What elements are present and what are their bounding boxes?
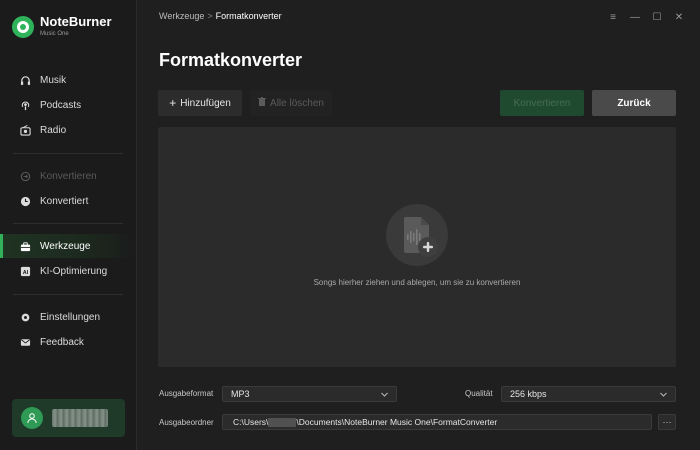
sidebar-item-label: Musik	[40, 74, 67, 86]
sidebar-item-konvertiert[interactable]: Konvertiert	[0, 189, 136, 213]
sidebar: NoteBurner Music One Musik Podcasts Radi…	[0, 0, 137, 450]
add-button[interactable]: + Hinzufügen	[158, 90, 242, 116]
brand: NoteBurner Music One	[12, 14, 112, 39]
output-format-label: Ausgabeformat	[159, 389, 214, 398]
sidebar-item-label: Werkzeuge	[40, 240, 91, 252]
browse-folder-button[interactable]: ···	[658, 414, 676, 430]
sidebar-item-konvertieren: Konvertieren	[0, 164, 136, 188]
sidebar-divider	[13, 153, 123, 154]
add-file-icon[interactable]	[386, 204, 448, 266]
output-folder-field[interactable]: C:\Users\ \Documents\NoteBurner Music On…	[222, 414, 652, 430]
redacted-username	[268, 417, 297, 427]
clear-all-button: Alle löschen	[250, 90, 332, 116]
quality-label: Qualität	[465, 389, 493, 398]
breadcrumb-current: Formatkonverter	[215, 11, 282, 21]
convert-icon	[19, 170, 31, 182]
drop-hint: Songs hierher ziehen und ablegen, um sie…	[313, 278, 521, 287]
brand-subtitle: Music One	[40, 31, 69, 37]
sidebar-divider	[13, 223, 123, 224]
sidebar-item-musik[interactable]: Musik	[0, 68, 136, 92]
sidebar-item-einstellungen[interactable]: Einstellungen	[0, 305, 136, 329]
user-account-card[interactable]	[12, 399, 125, 437]
sidebar-item-radio[interactable]: Radio	[0, 118, 136, 142]
sidebar-divider	[13, 294, 123, 295]
user-icon	[27, 413, 37, 424]
plus-icon: +	[169, 96, 177, 110]
maximize-icon[interactable]: ☐	[646, 9, 668, 25]
clear-all-label: Alle löschen	[270, 97, 324, 109]
avatar	[21, 407, 43, 429]
sidebar-item-podcasts[interactable]: Podcasts	[0, 93, 136, 117]
sidebar-item-label: Feedback	[40, 336, 84, 348]
sidebar-item-label: Konvertiert	[40, 195, 89, 207]
drop-zone[interactable]: Songs hierher ziehen und ablegen, um sie…	[158, 127, 676, 367]
chevron-down-icon	[659, 390, 668, 401]
svg-text:AI: AI	[22, 269, 28, 275]
clock-icon	[19, 195, 31, 207]
sidebar-item-label: Konvertieren	[40, 170, 97, 182]
minimize-icon[interactable]: —	[624, 9, 646, 25]
trash-icon	[258, 97, 267, 109]
podcast-icon	[19, 99, 31, 111]
back-button[interactable]: Zurück	[592, 90, 676, 116]
quality-value: 256 kbps	[510, 389, 547, 399]
convert-button-label: Konvertieren	[513, 97, 571, 109]
menu-icon[interactable]: ≡	[602, 9, 624, 25]
brand-name: NoteBurner	[40, 14, 112, 29]
mail-icon	[19, 336, 31, 348]
sidebar-item-ki-optimierung[interactable]: AI KI-Optimierung	[0, 259, 136, 283]
radio-icon	[19, 124, 31, 136]
sidebar-item-label: Einstellungen	[40, 311, 101, 323]
main-panel: Werkzeuge > Formatkonverter ≡ — ☐ ✕ Form…	[137, 0, 700, 450]
gear-icon	[19, 311, 31, 323]
breadcrumb-separator: >	[207, 11, 213, 21]
close-icon[interactable]: ✕	[668, 9, 690, 25]
add-button-label: Hinzufügen	[180, 97, 231, 109]
sidebar-item-label: Podcasts	[40, 99, 82, 111]
app-window: NoteBurner Music One Musik Podcasts Radi…	[0, 0, 700, 450]
output-format-value: MP3	[231, 389, 250, 399]
back-button-label: Zurück	[617, 97, 651, 109]
sidebar-item-feedback[interactable]: Feedback	[0, 330, 136, 354]
toolbox-icon	[19, 240, 31, 252]
breadcrumb-parent[interactable]: Werkzeuge	[159, 11, 204, 21]
window-controls: ≡ — ☐ ✕	[602, 9, 690, 25]
output-folder-suffix: \Documents\NoteBurner Music One\FormatCo…	[296, 417, 498, 427]
output-format-select[interactable]: MP3	[222, 386, 397, 402]
output-folder-label: Ausgabeordner	[159, 418, 214, 427]
sidebar-item-label: KI-Optimierung	[40, 265, 108, 277]
blurred-username	[52, 409, 108, 427]
noteburner-logo-icon	[12, 15, 34, 38]
output-folder-prefix: C:\Users\	[233, 417, 269, 427]
brand-text: NoteBurner Music One	[40, 14, 112, 39]
sidebar-item-label: Radio	[40, 124, 67, 136]
headphones-icon	[19, 74, 31, 86]
quality-select[interactable]: 256 kbps	[501, 386, 676, 402]
page-title: Formatkonverter	[159, 50, 303, 70]
sidebar-item-werkzeuge[interactable]: Werkzeuge	[0, 234, 136, 258]
chevron-down-icon	[380, 390, 389, 401]
convert-button: Konvertieren	[500, 90, 584, 116]
ai-icon: AI	[19, 265, 31, 277]
breadcrumb: Werkzeuge > Formatkonverter	[159, 11, 282, 21]
